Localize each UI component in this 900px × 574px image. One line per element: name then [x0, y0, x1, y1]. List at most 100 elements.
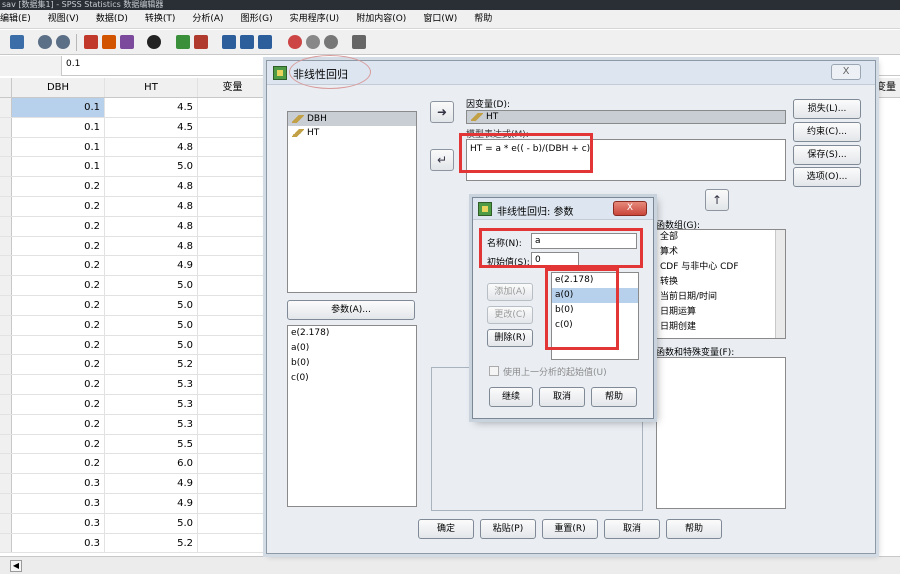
- cell-dbh[interactable]: 0.2: [12, 434, 105, 454]
- cell-value-editor[interactable]: 0.1: [66, 59, 80, 69]
- row-number[interactable]: [0, 533, 12, 553]
- variable-item-ht[interactable]: HT: [288, 126, 416, 140]
- cell-empty[interactable]: [198, 315, 268, 335]
- cell-ht[interactable]: 4.8: [105, 216, 198, 236]
- cell-ht[interactable]: 4.8: [105, 236, 198, 256]
- row-number[interactable]: [0, 315, 12, 335]
- dependent-field[interactable]: HT: [466, 110, 786, 124]
- params-list-item[interactable]: a(0): [288, 341, 416, 356]
- cell-empty[interactable]: [198, 276, 268, 295]
- menu-window[interactable]: 窗口(W): [415, 10, 466, 29]
- cell-empty[interactable]: [198, 216, 268, 236]
- delete-param-button[interactable]: 删除(R): [487, 329, 533, 347]
- cell-dbh[interactable]: 0.2: [12, 335, 105, 355]
- row-number[interactable]: [0, 454, 12, 474]
- cell-ht[interactable]: 5.2: [105, 355, 198, 375]
- cell-empty[interactable]: [198, 98, 268, 117]
- cell-empty[interactable]: [198, 117, 268, 137]
- params-list-item[interactable]: e(2.178): [288, 326, 416, 341]
- cell-dbh[interactable]: 0.2: [12, 454, 105, 474]
- variable-item-dbh[interactable]: DBH: [288, 112, 416, 126]
- insert-variable-icon[interactable]: [194, 35, 208, 49]
- params-list-item[interactable]: c(0): [288, 371, 416, 386]
- cell-dbh[interactable]: 0.2: [12, 276, 105, 295]
- cell-empty[interactable]: [198, 137, 268, 157]
- column-header-var-right[interactable]: 变量: [872, 78, 900, 98]
- save-button[interactable]: 保存(S)...: [793, 145, 861, 165]
- scroll-left-icon[interactable]: ◀: [10, 560, 22, 572]
- cell-dbh[interactable]: 0.2: [12, 315, 105, 335]
- row-number[interactable]: [0, 196, 12, 216]
- cell-dbh[interactable]: 0.2: [12, 295, 105, 315]
- cell-reference[interactable]: [0, 56, 62, 76]
- param-cancel-button[interactable]: 取消: [539, 387, 585, 407]
- cell-ht[interactable]: 5.0: [105, 295, 198, 315]
- cell-empty[interactable]: [198, 434, 268, 454]
- row-number[interactable]: [0, 493, 12, 513]
- cell-dbh[interactable]: 0.1: [12, 157, 105, 177]
- menu-utilities[interactable]: 实用程序(U): [282, 10, 349, 29]
- weight-cases-icon[interactable]: [240, 35, 254, 49]
- row-number[interactable]: [0, 355, 12, 375]
- cell-empty[interactable]: [198, 355, 268, 375]
- menu-edit[interactable]: 编辑(E): [0, 10, 40, 29]
- cell-empty[interactable]: [198, 335, 268, 355]
- cell-empty[interactable]: [198, 414, 268, 434]
- cell-ht[interactable]: 5.0: [105, 513, 198, 533]
- cell-empty[interactable]: [198, 454, 268, 474]
- dialog-close-button[interactable]: X: [831, 64, 861, 80]
- function-group-list[interactable]: 全部 算术 CDF 与非中心 CDF 转换 当前日期/时间 日期运算 日期创建: [656, 229, 786, 339]
- cell-dbh[interactable]: 0.3: [12, 493, 105, 513]
- cell-empty[interactable]: [198, 295, 268, 315]
- function-group-scrollbar[interactable]: [775, 230, 785, 338]
- constraints-button[interactable]: 约束(C)...: [793, 122, 861, 142]
- go-to-variable-icon[interactable]: [102, 35, 116, 49]
- menu-transform[interactable]: 转换(T): [137, 10, 185, 29]
- cell-dbh[interactable]: 0.2: [12, 177, 105, 196]
- menu-view[interactable]: 视图(V): [40, 10, 88, 29]
- cancel-button[interactable]: 取消: [604, 519, 660, 539]
- cell-empty[interactable]: [198, 256, 268, 276]
- column-header-var[interactable]: 变量: [198, 78, 268, 97]
- reset-button[interactable]: 重置(R): [542, 519, 598, 539]
- menu-graphs[interactable]: 图形(G): [233, 10, 282, 29]
- cell-ht[interactable]: 6.0: [105, 454, 198, 474]
- cell-dbh[interactable]: 0.2: [12, 236, 105, 256]
- row-number[interactable]: [0, 474, 12, 493]
- cell-dbh[interactable]: 0.2: [12, 216, 105, 236]
- row-number[interactable]: [0, 177, 12, 196]
- find-icon[interactable]: [147, 35, 161, 49]
- row-number[interactable]: [0, 414, 12, 434]
- row-number[interactable]: [0, 236, 12, 256]
- row-number[interactable]: [0, 256, 12, 276]
- cell-dbh[interactable]: 0.2: [12, 196, 105, 216]
- cell-ht[interactable]: 4.8: [105, 177, 198, 196]
- params-list-item[interactable]: b(0): [288, 356, 416, 371]
- row-number[interactable]: [0, 157, 12, 177]
- function-group-item[interactable]: 当前日期/时间: [657, 290, 785, 305]
- cell-dbh[interactable]: 0.3: [12, 513, 105, 533]
- paste-button[interactable]: 粘贴(P): [480, 519, 536, 539]
- spell-check-icon[interactable]: [352, 35, 366, 49]
- function-group-item[interactable]: 转换: [657, 275, 785, 290]
- params-button[interactable]: 参数(A)...: [287, 300, 415, 320]
- cell-empty[interactable]: [198, 157, 268, 177]
- cell-ht[interactable]: 5.2: [105, 533, 198, 553]
- row-number[interactable]: [0, 513, 12, 533]
- help-button[interactable]: 帮助: [666, 519, 722, 539]
- show-all-variables-icon[interactable]: [324, 35, 338, 49]
- functions-list[interactable]: [656, 357, 786, 509]
- cell-ht[interactable]: 5.3: [105, 414, 198, 434]
- cell-empty[interactable]: [198, 493, 268, 513]
- cell-empty[interactable]: [198, 394, 268, 414]
- cell-empty[interactable]: [198, 474, 268, 493]
- split-file-icon[interactable]: [222, 35, 236, 49]
- select-cases-icon[interactable]: [258, 35, 272, 49]
- cell-ht[interactable]: 4.9: [105, 493, 198, 513]
- column-header-ht[interactable]: HT: [105, 78, 198, 97]
- params-list[interactable]: e(2.178) a(0) b(0) c(0): [287, 325, 417, 507]
- variable-list[interactable]: DBH HT: [287, 111, 417, 293]
- continue-button[interactable]: 继续: [489, 387, 533, 407]
- redo-icon[interactable]: [56, 35, 70, 49]
- row-number[interactable]: [0, 137, 12, 157]
